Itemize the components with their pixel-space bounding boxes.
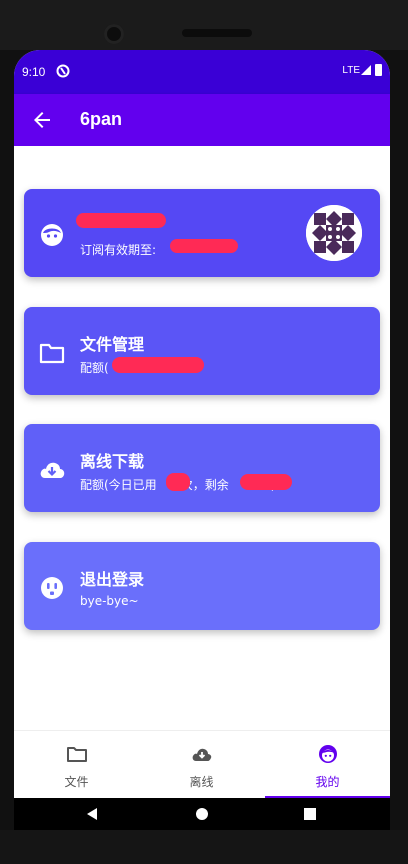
app-bar: 6pan (14, 94, 390, 146)
folder-icon (67, 747, 87, 762)
data-saver-icon (56, 64, 70, 78)
cloud-download-icon (192, 748, 212, 761)
redaction-mark (112, 357, 204, 373)
home-circle-icon[interactable] (194, 806, 210, 822)
redaction-mark (76, 213, 166, 228)
face-icon (319, 745, 337, 763)
signal-icon (361, 65, 371, 75)
offline-download-title: 离线下载 (80, 452, 145, 471)
recents-square-icon[interactable] (302, 806, 318, 822)
back-arrow-icon[interactable] (30, 108, 54, 132)
network-type: LTE (342, 65, 360, 76)
front-camera (104, 24, 124, 44)
system-navigation-bar (14, 798, 390, 830)
phone-bezel-top (0, 0, 408, 50)
earpiece-speaker (182, 29, 252, 37)
avatar[interactable] (306, 205, 362, 261)
identicon-image (306, 205, 362, 261)
file-management-title: 文件管理 (80, 335, 145, 354)
phone-device: 9:10 LTE 6pan 订阅有效期至: 文件管理 配额(离线下载 配额(今… (0, 0, 408, 864)
face-icon (41, 224, 63, 246)
outlet-icon (41, 577, 63, 599)
bottom-navigation: 文件 离线 我的 (14, 730, 390, 799)
file-management-card[interactable]: 文件管理 配额( (24, 307, 380, 395)
status-bar: 9:10 LTE (14, 50, 390, 94)
nav-item-offline[interactable]: 离线 (139, 731, 264, 799)
logout-subtitle: bye-bye~ (80, 594, 139, 608)
offline-download-card[interactable]: 离线下载 配额(今日已用次，剩余) (24, 424, 380, 512)
screen: 9:10 LTE 6pan 订阅有效期至: 文件管理 配额(离线下载 配额(今… (14, 50, 390, 830)
account-card[interactable]: 订阅有效期至: (24, 189, 380, 277)
logout-card[interactable]: 退出登录 bye-bye~ (24, 542, 380, 630)
offline-quota-prefix: 配额(今日已用 (80, 478, 157, 492)
battery-icon (375, 64, 382, 76)
phone-bezel-bottom (0, 830, 408, 864)
redaction-mark (170, 239, 238, 253)
nav-item-mine[interactable]: 我的 (265, 731, 390, 799)
nav-label-mine: 我的 (315, 775, 340, 789)
nav-item-files[interactable]: 文件 (14, 731, 139, 799)
file-quota-label: 配额( (80, 361, 109, 375)
folder-icon (39, 343, 65, 364)
redaction-mark (240, 474, 292, 490)
logout-title: 退出登录 (80, 570, 145, 589)
nav-label-files: 文件 (64, 775, 89, 789)
main-content: 订阅有效期至: 文件管理 配额(离线下载 配额(今日已用 次，剩余 退出登录 … (14, 146, 390, 730)
cloud-download-icon (40, 462, 65, 478)
redaction-mark (166, 473, 190, 491)
subscription-expiry-label: 订阅有效期至: (80, 243, 157, 257)
status-time: 9:10 (22, 65, 46, 79)
app-title: 6pan (80, 109, 123, 129)
back-triangle-icon[interactable] (84, 806, 100, 822)
nav-label-offline: 离线 (189, 775, 214, 789)
